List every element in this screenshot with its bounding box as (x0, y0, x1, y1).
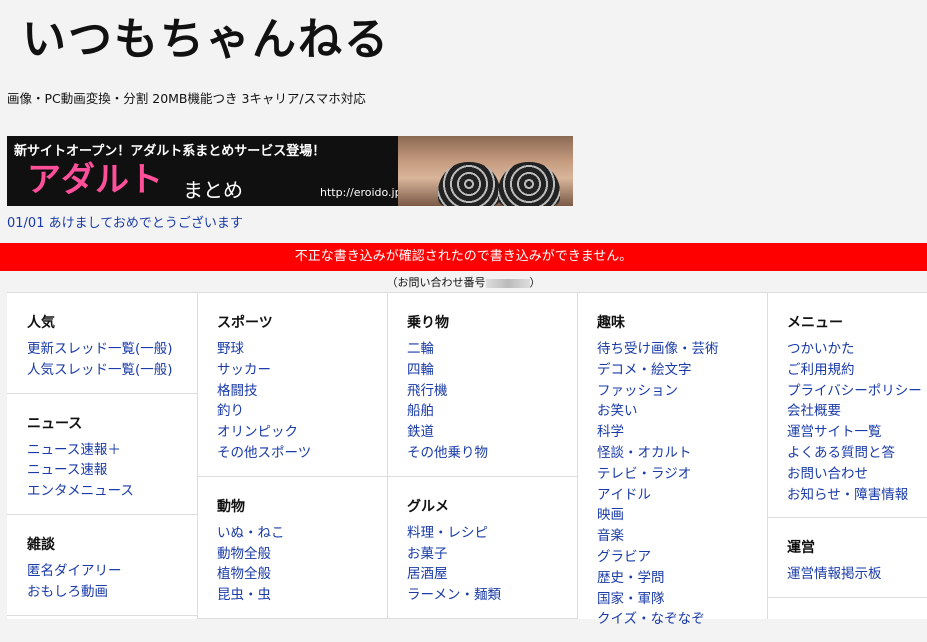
category-link[interactable]: 国家・軍隊 (597, 589, 767, 610)
section-heading: メニュー (787, 315, 843, 331)
menu-column: メニュー つかいかた ご利用規約 プライバシーポリシー 会社概要 運営サイト一覧… (767, 293, 927, 619)
category-link[interactable]: 釣り (217, 401, 387, 422)
category-link[interactable]: その他スポーツ (217, 443, 387, 464)
section-heading: 趣味 (597, 315, 625, 331)
category-link[interactable]: ファッション (597, 381, 767, 402)
category-link[interactable]: 動物全般 (217, 544, 387, 565)
category-link[interactable]: ご利用規約 (787, 360, 927, 381)
category-link[interactable]: 運営サイト一覧 (787, 422, 927, 443)
category-section: 人気 更新スレッド一覧(一般) 人気スレッド一覧(一般) (7, 293, 197, 394)
category-link[interactable]: グラビア (597, 547, 767, 568)
category-link[interactable]: お問い合わせ (787, 464, 927, 485)
section-heading: グルメ (407, 498, 449, 515)
category-section: ニュース ニュース速報＋ ニュース速報 エンタメニュース (7, 394, 197, 515)
category-link[interactable]: 映画 (597, 505, 767, 526)
category-section: 動物 いぬ・ねこ 動物全般 植物全般 昆虫・虫 (197, 477, 387, 619)
category-link[interactable]: サッカー (217, 360, 387, 381)
category-menu: 人気 更新スレッド一覧(一般) 人気スレッド一覧(一般) ニュース ニュース速報… (7, 292, 927, 627)
new-year-notice-link[interactable]: 01/01 あけましておめでとうございます (7, 212, 243, 231)
category-link[interactable]: 音楽 (597, 526, 767, 547)
category-link[interactable]: 更新スレッド一覧(一般) (27, 339, 197, 360)
category-link[interactable]: エンタメニュース (27, 481, 197, 502)
section-heading: 乗り物 (407, 315, 449, 331)
section-heading: 運営 (787, 540, 815, 557)
category-section: 雑談 匿名ダイアリー おもしろ動画 (7, 515, 197, 616)
category-link[interactable]: 居酒屋 (407, 564, 577, 585)
category-link[interactable]: 格闘技 (217, 381, 387, 402)
category-link[interactable]: デコメ・絵文字 (597, 360, 767, 381)
category-section: メニュー つかいかた ご利用規約 プライバシーポリシー 会社概要 運営サイト一覧… (767, 293, 927, 519)
category-link[interactable]: 飛行機 (407, 381, 577, 402)
category-link[interactable]: 歴史・学問 (597, 568, 767, 589)
category-link[interactable]: お菓子 (407, 544, 577, 565)
category-link[interactable]: つかいかた (787, 339, 927, 360)
category-section: グルメ 料理・レシピ お菓子 居酒屋 ラーメン・麺類 (387, 477, 577, 619)
category-link[interactable]: 昆虫・虫 (217, 585, 387, 606)
category-link[interactable]: 待ち受け画像・芸術 (597, 339, 767, 360)
category-link[interactable]: オリンピック (217, 422, 387, 443)
category-link[interactable]: お笑い (597, 401, 767, 422)
redacted-number (485, 278, 530, 288)
category-section: 趣味 待ち受け画像・芸術 デコメ・絵文字 ファッション お笑い 科学 怪談・オカ… (577, 293, 767, 642)
banner-photo-lace (498, 162, 560, 206)
section-heading: スポーツ (217, 315, 273, 331)
category-link[interactable]: その他乗り物 (407, 443, 577, 464)
category-link[interactable]: プライバシーポリシー (787, 381, 927, 402)
category-section: スポーツ 野球 サッカー 格闘技 釣り オリンピック その他スポーツ (197, 293, 387, 477)
category-link[interactable]: 二輪 (407, 339, 577, 360)
banner-photo-lace (438, 162, 500, 206)
category-link[interactable]: 料理・レシピ (407, 523, 577, 544)
category-link[interactable]: テレビ・ラジオ (597, 464, 767, 485)
category-link[interactable]: ニュース速報＋ (27, 440, 197, 461)
section-heading: 雑談 (27, 536, 55, 553)
category-link[interactable]: おもしろ動画 (27, 582, 197, 603)
section-heading: 動物 (217, 498, 245, 515)
site-tagline: 画像・PC動画変換・分割 20MB機能つき 3キャリア/スマホ対応 (7, 91, 366, 106)
section-heading: 人気 (27, 315, 55, 331)
category-link[interactable]: 匿名ダイアリー (27, 561, 197, 582)
category-link[interactable]: アイドル (597, 485, 767, 506)
inquiry-suffix: ） (529, 276, 541, 289)
category-link[interactable]: 植物全般 (217, 564, 387, 585)
category-link[interactable]: 船舶 (407, 401, 577, 422)
inquiry-number: （お問い合わせ番号 ） (0, 274, 927, 290)
category-section: 乗り物 二輪 四輪 飛行機 船舶 鉄道 その他乗り物 (387, 293, 577, 477)
section-heading: ニュース (27, 415, 83, 432)
menu-column: スポーツ 野球 サッカー 格闘技 釣り オリンピック その他スポーツ 動物 いぬ… (197, 293, 388, 619)
category-link[interactable]: 野球 (217, 339, 387, 360)
menu-column: 趣味 待ち受け画像・芸術 デコメ・絵文字 ファッション お笑い 科学 怪談・オカ… (577, 293, 768, 627)
category-link[interactable]: 会社概要 (787, 401, 927, 422)
banner-photo (398, 136, 573, 206)
category-link[interactable]: ラーメン・麺類 (407, 585, 577, 606)
category-link[interactable]: ニュース速報 (27, 460, 197, 481)
category-link[interactable]: お知らせ・障害情報 (787, 485, 927, 506)
category-link[interactable]: クイズ・なぞなぞ (597, 609, 767, 630)
category-link[interactable]: 鉄道 (407, 422, 577, 443)
adult-matome-banner[interactable]: 新サイトオープン！アダルト系まとめサービス登場！ アダルト まとめ http:/… (7, 136, 573, 206)
category-link[interactable]: 怪談・オカルト (597, 443, 767, 464)
banner-headline: 新サイトオープン！アダルト系まとめサービス登場！ (14, 144, 326, 159)
site-logo[interactable]: いつもちゃんねる (22, 12, 390, 68)
menu-column: 人気 更新スレッド一覧(一般) 人気スレッド一覧(一般) ニュース ニュース速報… (7, 293, 198, 619)
category-section: 運営 運営情報掲示板 (767, 518, 927, 599)
category-link[interactable]: よくある質問と答 (787, 443, 927, 464)
category-link[interactable]: いぬ・ねこ (217, 523, 387, 544)
category-link[interactable]: 四輪 (407, 360, 577, 381)
banner-main-text: アダルト (27, 160, 163, 200)
menu-column: 乗り物 二輪 四輪 飛行機 船舶 鉄道 その他乗り物 グルメ 料理・レシピ お菓… (387, 293, 578, 619)
error-banner: 不正な書き込みが確認されたので書き込みができません。 (0, 243, 927, 271)
category-link[interactable]: 運営情報掲示板 (787, 564, 927, 585)
banner-sub-text: まとめ (183, 178, 243, 202)
category-link[interactable]: 科学 (597, 422, 767, 443)
inquiry-prefix: （お問い合わせ番号 (386, 276, 486, 289)
category-link[interactable]: 人気スレッド一覧(一般) (27, 360, 197, 381)
banner-url: http://eroido.jp (320, 186, 402, 199)
